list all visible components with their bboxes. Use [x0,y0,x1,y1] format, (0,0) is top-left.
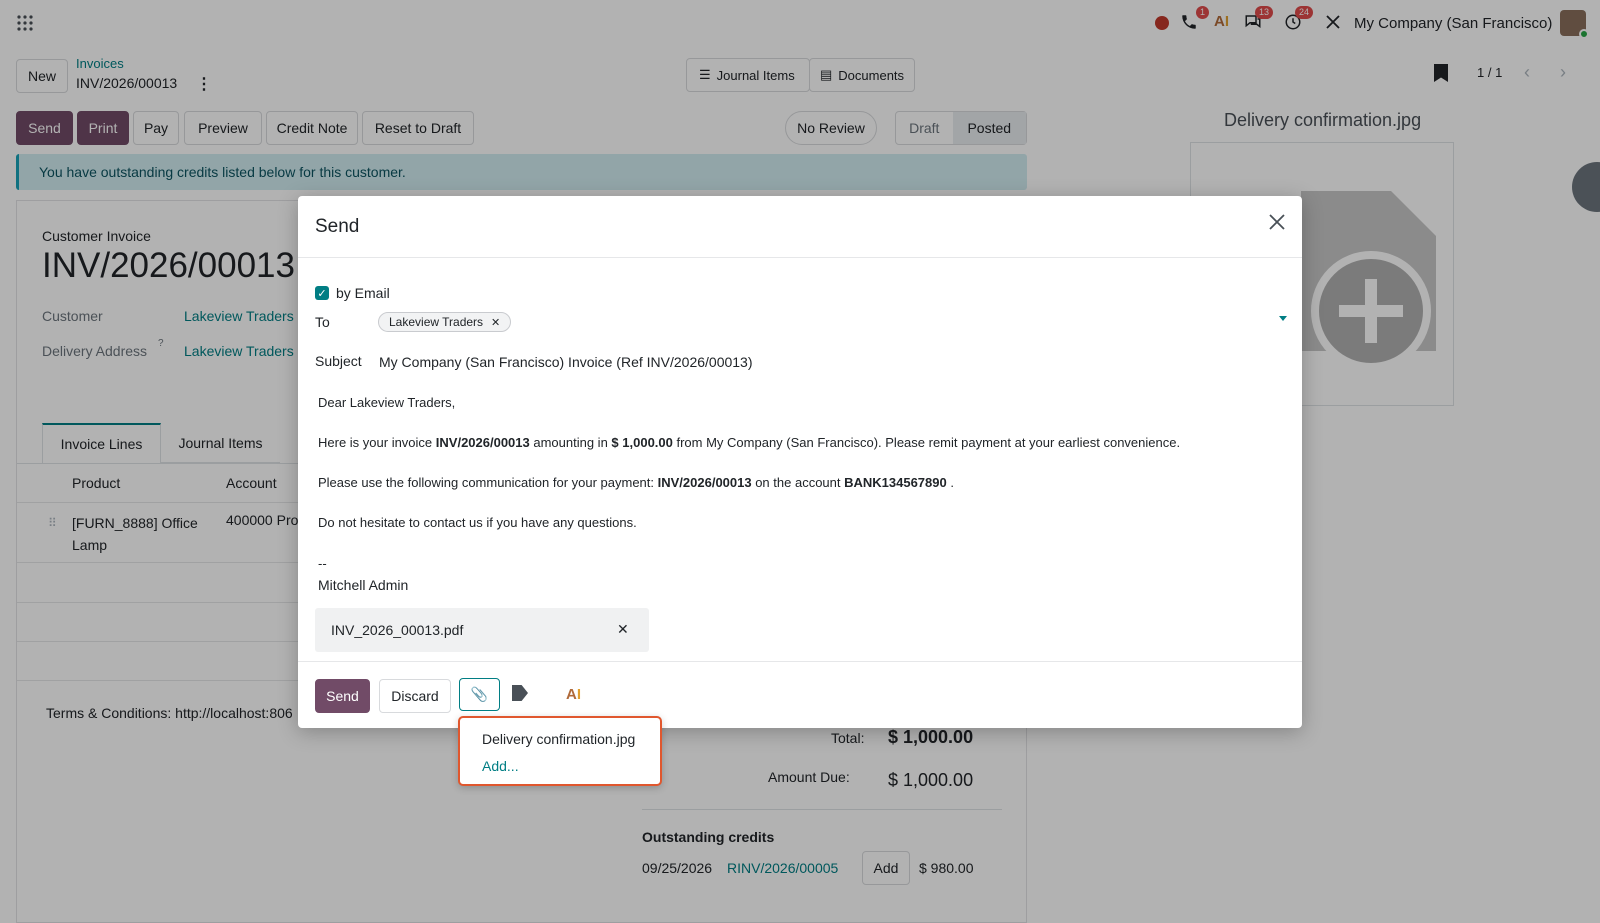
dialog-discard-button[interactable]: Discard [379,679,451,713]
send-dialog: Send ✓ by Email To Lakeview Traders ✕ Su… [298,196,1302,728]
dialog-title: Send [315,216,360,237]
dropdown-item-delivery-confirmation[interactable]: Delivery confirmation.jpg [482,731,635,747]
paperclip-icon: 📎 [470,686,489,702]
attachment-chip[interactable]: INV_2026_00013.pdf ✕ [315,608,649,652]
body-paragraph-1: Here is your invoice INV/2026/00013 amou… [318,435,1181,450]
by-email-label: by Email [336,285,390,301]
recipient-tag[interactable]: Lakeview Traders ✕ [378,312,512,332]
ai-assistant-icon[interactable]: AI [566,686,581,703]
body-paragraph-3: Do not hesitate to contact us if you hav… [318,515,637,530]
attach-file-button[interactable]: 📎 [459,678,500,711]
by-email-checkbox[interactable]: ✓ [315,286,329,300]
subject-label: Subject [315,353,362,369]
body-paragraph-2: Please use the following communication f… [318,475,954,490]
body-greeting: Dear Lakeview Traders, [318,395,456,410]
remove-recipient-icon[interactable]: ✕ [491,316,500,329]
to-label: To [315,314,330,330]
recipient-tag-label: Lakeview Traders [389,315,484,329]
subject-input[interactable]: My Company (San Francisco) Invoice (Ref … [379,354,753,370]
recipients-dropdown-icon[interactable] [1279,316,1287,321]
dialog-footer-divider [298,661,1302,662]
template-tags-icon[interactable] [512,685,528,701]
close-icon[interactable] [1267,212,1289,234]
attachment-dropdown: Delivery confirmation.jpg Add... [458,716,662,786]
dialog-header-divider [298,257,1302,258]
dropdown-item-add[interactable]: Add... [482,758,519,774]
signature-dash: -- [318,556,327,571]
signature-name: Mitchell Admin [318,577,409,593]
attachment-chip-name: INV_2026_00013.pdf [331,622,464,638]
remove-attachment-icon[interactable]: ✕ [617,621,629,638]
dialog-send-button[interactable]: Send [315,679,370,713]
